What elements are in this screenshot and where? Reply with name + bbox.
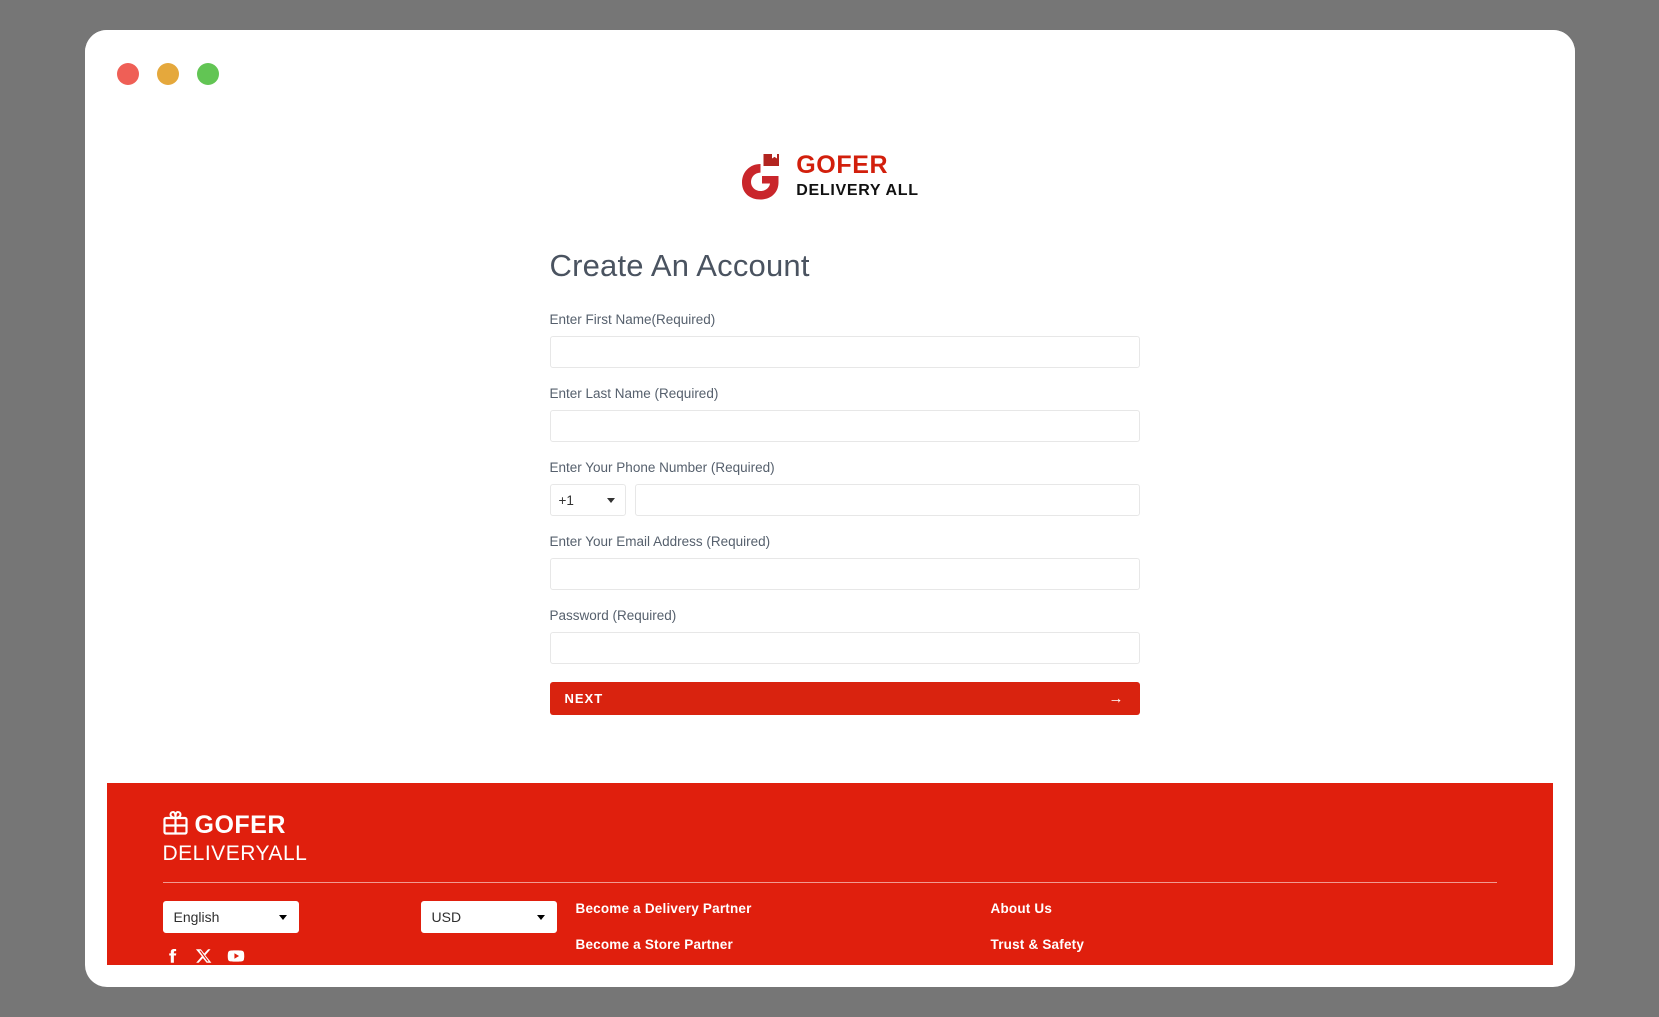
footer-link-delivery-partner[interactable]: Become a Delivery Partner (576, 901, 991, 916)
gofer-g-box-icon (740, 152, 785, 200)
facebook-icon[interactable] (163, 947, 181, 965)
gift-box-icon (162, 810, 188, 840)
currency-select-value: USD (431, 909, 462, 925)
maximize-window-button[interactable] (196, 63, 219, 85)
chevron-down-icon (606, 498, 615, 503)
footer-logo-primary: GOFER (194, 811, 286, 839)
currency-select[interactable]: USD (420, 901, 557, 933)
phone-number-input[interactable] (634, 484, 1140, 516)
last-name-input[interactable] (549, 410, 1140, 442)
first-name-label: Enter First Name(Required) (549, 312, 716, 327)
page-title: Create An Account (549, 248, 810, 283)
next-button[interactable]: NEXT → (549, 682, 1140, 715)
country-code-value: +1 (558, 492, 574, 508)
chevron-down-icon (278, 915, 287, 920)
language-select-value: English (173, 909, 220, 925)
footer-link-trust-safety[interactable]: Trust & Safety (991, 937, 1497, 952)
social-links (163, 947, 421, 965)
password-input[interactable] (549, 632, 1140, 664)
window-titlebar (84, 30, 1575, 118)
browser-window: GOFER DELIVERY ALL Create An Account Ent… (84, 30, 1575, 987)
create-account-form: Create An Account Enter First Name(Requi… (520, 200, 1140, 715)
last-name-label: Enter Last Name (Required) (549, 386, 719, 401)
email-input[interactable] (549, 558, 1140, 590)
field-first-name: Enter First Name(Required) (549, 312, 1140, 368)
youtube-icon[interactable] (227, 947, 245, 965)
footer-logo-top: GOFER (162, 810, 1497, 840)
footer-logo[interactable]: GOFER DELIVERYALL (162, 810, 1497, 866)
email-label: Enter Your Email Address (Required) (549, 534, 771, 549)
footer-currency-column: USD (420, 901, 576, 933)
footer-link-store-partner[interactable]: Become a Store Partner (576, 937, 991, 952)
country-code-select[interactable]: +1 (549, 484, 626, 516)
header-logo-secondary: DELIVERY ALL (796, 182, 919, 199)
first-name-input[interactable] (549, 336, 1140, 368)
field-last-name: Enter Last Name (Required) (549, 386, 1140, 442)
phone-label: Enter Your Phone Number (Required) (549, 460, 775, 475)
footer-links-column-1: Become a Delivery Partner Become a Store… (576, 901, 991, 965)
chevron-down-icon (536, 915, 545, 920)
footer-language-column: English (162, 901, 421, 965)
footer-link-about-us[interactable]: About Us (991, 901, 1497, 916)
password-label: Password (Required) (549, 608, 677, 623)
footer-divider (162, 882, 1497, 883)
next-button-label: NEXT (564, 691, 604, 706)
footer-columns: English USD Become a Delivery Partner Be… (162, 901, 1497, 965)
close-window-button[interactable] (116, 63, 139, 85)
language-select[interactable]: English (162, 901, 299, 933)
field-phone: Enter Your Phone Number (Required) +1 (549, 460, 1140, 516)
footer-logo-secondary: DELIVERYALL (162, 842, 308, 865)
header-logo-text: GOFER DELIVERY ALL (796, 153, 919, 199)
phone-row: +1 (549, 484, 1140, 516)
footer-links-column-2: About Us Trust & Safety (991, 901, 1497, 965)
x-twitter-icon[interactable] (195, 947, 213, 965)
header-logo[interactable]: GOFER DELIVERY ALL (740, 152, 919, 200)
minimize-window-button[interactable] (156, 63, 179, 85)
header-logo-primary: GOFER (796, 151, 889, 179)
site-footer: GOFER DELIVERYALL English USD Become a D… (106, 783, 1553, 965)
field-email: Enter Your Email Address (Required) (549, 534, 1140, 590)
arrow-right-icon: → (1108, 690, 1125, 707)
page-viewport: GOFER DELIVERY ALL Create An Account Ent… (106, 118, 1553, 965)
field-password: Password (Required) (549, 608, 1140, 664)
site-header: GOFER DELIVERY ALL (107, 118, 1553, 200)
